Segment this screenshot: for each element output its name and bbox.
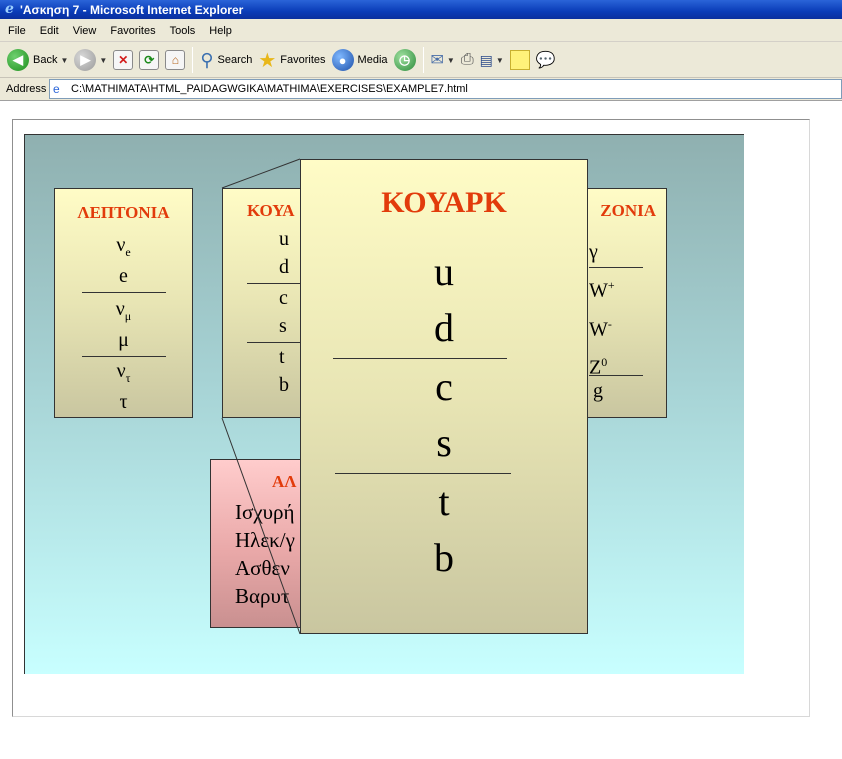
quark-zoom-item: d [434,305,454,350]
quarks-zoom-card[interactable]: ΚΟΥΑΡΚ u d c s t b [300,159,588,634]
browser-window: e 'Ασκηση 7 - Microsoft Internet Explore… [0,0,842,759]
boson-divider [589,375,643,376]
discuss-button[interactable] [507,45,533,75]
address-input[interactable]: e C:\MATHIMATA\HTML_PAIDAGWGIKA\MATHIMA\… [49,79,842,99]
menu-edit[interactable]: Edit [33,20,66,42]
lepton-item: e [119,265,128,287]
leptons-card[interactable]: ΛΕΠΤΟΝΙΑ νe e νμ μ ντ τ [54,188,193,418]
page-icon: e [53,82,60,96]
lepton-item: νe [116,234,131,259]
boson-item: g [593,380,603,402]
back-label: Back [33,54,58,66]
lepton-divider [81,292,166,293]
quarks-zoom-title: ΚΟΥΑΡΚ [381,186,507,219]
window-title: 'Ασκηση 7 - Microsoft Internet Explorer [20,2,244,17]
quark-zoom-item: t [438,479,450,524]
boson-item: W+ [589,278,615,302]
media-label: Media [357,54,388,66]
boson-item: γ [589,241,598,263]
edit-icon: ▤ [479,51,493,68]
standard-toolbar: ◀ Back ▼ ▶ ▼ ✕ ⟳ ⌂ ⚲ Search ★ Favorites … [0,43,842,78]
refresh-button[interactable]: ⟳ [136,45,162,75]
lepton-divider [81,356,166,357]
favorites-label: Favorites [280,54,326,66]
menu-bar: File Edit View Favorites Tools Help [0,20,842,42]
lepton-item: ντ [116,360,131,385]
home-icon: ⌂ [165,50,186,70]
home-button[interactable]: ⌂ [162,45,188,75]
back-button[interactable]: ◀ Back ▼ [4,45,71,75]
stop-icon: ✕ [113,50,134,70]
address-url: C:\MATHIMATA\HTML_PAIDAGWGIKA\MATHIMA\EX… [71,83,468,95]
favorites-star-icon: ★ [258,49,277,72]
note-icon [509,50,530,70]
lepton-item: τ [119,391,128,413]
lepton-item: νμ [115,298,132,323]
address-label: Address [6,83,47,95]
menu-view[interactable]: View [66,20,104,42]
forward-dropdown-icon[interactable]: ▼ [99,56,107,65]
media-globe-icon: ● [331,49,354,71]
mail-dropdown-icon[interactable]: ▼ [447,56,455,65]
interactions-title: ΑΛ [272,472,297,491]
back-arrow-icon: ◀ [7,49,29,71]
forward-arrow-icon: ▶ [74,49,97,71]
quark-zoom-item: s [436,420,452,465]
messenger-icon: 💬 [535,52,556,69]
print-icon: ⎙ [460,51,474,68]
quark-zoom-item: u [434,249,454,294]
interaction-item: Βαρυτ [235,584,290,608]
menu-favorites[interactable]: Favorites [103,20,162,42]
boson-divider [589,267,643,268]
favorites-button[interactable]: ★ Favorites [255,45,328,75]
toolbar-separator [422,47,424,73]
edit-button[interactable]: ▤ ▼ [477,45,507,75]
quark-zoom-item: c [435,364,453,409]
menu-help[interactable]: Help [202,20,239,42]
title-bar: e 'Ασκηση 7 - Microsoft Internet Explore… [0,0,842,19]
interaction-item: Ασθεν [235,556,290,580]
stop-button[interactable]: ✕ [110,45,136,75]
forward-button[interactable]: ▶ ▼ [71,45,110,75]
media-button[interactable]: ● Media [329,45,391,75]
history-button[interactable]: ◷ [391,45,419,75]
search-icon: ⚲ [200,49,214,70]
mail-button[interactable]: ✉ ▼ [428,45,458,75]
menu-tools[interactable]: Tools [163,20,203,42]
interaction-item: Ισχυρή [235,500,295,524]
mail-icon: ✉ [430,52,444,69]
lepton-item: μ [118,329,129,351]
toolbar-separator [192,47,194,73]
edit-dropdown-icon[interactable]: ▼ [496,56,504,65]
search-button[interactable]: ⚲ Search [197,45,255,75]
search-label: Search [217,54,253,66]
messenger-button[interactable]: 💬 [533,45,559,75]
boson-item: W- [589,316,612,341]
leptons-title: ΛΕΠΤΟΝΙΑ [77,203,170,222]
history-icon: ◷ [393,49,416,71]
ie-logo-icon: e [5,0,14,17]
back-dropdown-icon[interactable]: ▼ [60,56,68,65]
quark-zoom-item: b [434,535,454,580]
interaction-item: Ηλεκ/γ [235,528,295,552]
address-bar: Address e C:\MATHIMATA\HTML_PAIDAGWGIKA\… [0,79,842,99]
refresh-icon: ⟳ [139,50,160,70]
print-button[interactable]: ⎙ [458,45,477,75]
menu-file[interactable]: File [0,20,33,42]
